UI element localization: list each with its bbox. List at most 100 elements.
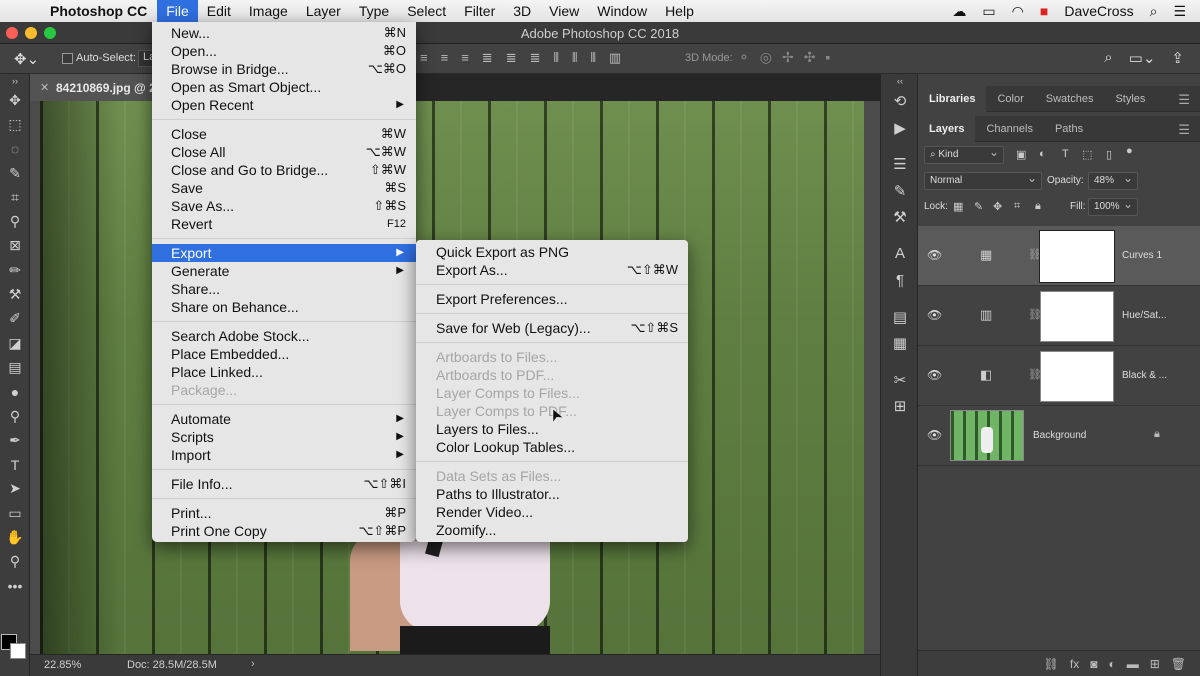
clone-source-panel-icon[interactable]: ⚒ (881, 204, 919, 231)
lock-artboard-icon[interactable]: ⌗ (1014, 200, 1020, 213)
zoom-tool-icon[interactable]: ⚲ (0, 550, 30, 574)
menu-item-save-for-web[interactable]: Save for Web (Legacy)... ⌥⇧⌘S (416, 319, 688, 337)
move-tool-icon[interactable]: ✥ (0, 88, 30, 112)
new-layer-icon[interactable]: ⊞ (1150, 657, 1160, 671)
clone-stamp-tool-icon[interactable]: ⚒ (0, 282, 30, 306)
scale-icon[interactable]: ▪ (825, 49, 830, 66)
status-menu-arrow-icon[interactable]: › (251, 658, 255, 670)
menu-item-close-go-to-bridge[interactable]: Close and Go to Bridge... ⇧⌘W (152, 161, 416, 179)
workspace-icon[interactable]: ▭⌄ (1129, 49, 1156, 67)
marquee-tool-icon[interactable]: ⬚ (0, 112, 30, 136)
tab-swatches[interactable]: Swatches (1035, 86, 1105, 112)
actions-panel-icon[interactable]: ▶ (881, 115, 919, 142)
collapse-arrows-icon[interactable]: ‹‹ (881, 74, 919, 88)
wifi-icon[interactable]: ◠ (1012, 3, 1024, 20)
tab-layers[interactable]: Layers (918, 115, 976, 142)
pan-icon[interactable]: ✢ (782, 49, 794, 66)
menu-item-save[interactable]: Save ⌘S (152, 179, 416, 197)
distribute-icon[interactable]: ⫴ (590, 50, 595, 66)
tab-libraries[interactable]: Libraries (918, 85, 987, 112)
distribute-icon[interactable]: ⫴ (572, 50, 577, 66)
menu-item-quick-export-png[interactable]: Quick Export as PNG (416, 243, 688, 261)
filter-toggle-icon[interactable]: ● (1126, 145, 1133, 157)
menu-item-open-smart-object[interactable]: Open as Smart Object... (152, 78, 416, 96)
paragraph-panel-icon[interactable]: ¶ (881, 267, 919, 294)
filter-adjustment-icon[interactable]: ◐ (1039, 148, 1046, 160)
layer-row-background[interactable]: 👁︎ Background 🔒︎ (918, 406, 1200, 466)
layer-mask-thumbnail[interactable] (1039, 230, 1115, 283)
brush-tool-icon[interactable]: ✏ (0, 258, 30, 282)
move-tool-preset-icon[interactable]: ✥⌄ (14, 50, 39, 68)
crop-tool-icon[interactable]: ⌗ (0, 185, 30, 209)
distribute-icon[interactable]: ⫴ (554, 50, 559, 66)
menu-view[interactable]: View (540, 0, 588, 22)
gradient-tool-icon[interactable]: ▤ (0, 355, 30, 379)
close-document-icon[interactable]: ✕ (40, 81, 49, 94)
flag-icon[interactable]: ■ (1040, 3, 1048, 19)
slide-icon[interactable]: ✣ (804, 49, 816, 66)
path-selection-tool-icon[interactable]: ➤ (0, 477, 30, 501)
menu-item-open-recent[interactable]: Open Recent ▶ (152, 96, 416, 114)
notification-center-icon[interactable]: ☰ (1173, 3, 1186, 20)
menu-file[interactable]: File (157, 0, 198, 22)
adjustments-panel-icon[interactable]: ☰ (881, 151, 919, 178)
visibility-eye-icon[interactable]: 👁︎ (927, 308, 942, 322)
menu-item-place-linked[interactable]: Place Linked... (152, 363, 416, 381)
dodge-tool-icon[interactable]: ⚲ (0, 404, 30, 428)
zoom-level[interactable]: 22.85% (44, 659, 81, 671)
orbit-icon[interactable]: ⚬ (738, 49, 750, 66)
menu-item-zoomify[interactable]: Zoomify... (416, 521, 688, 539)
menu-edit[interactable]: Edit (198, 0, 240, 22)
auto-select-checkbox[interactable] (62, 53, 73, 64)
menu-item-browse-in-bridge[interactable]: Browse in Bridge... ⌥⌘O (152, 60, 416, 78)
menu-item-share[interactable]: Share... (152, 280, 416, 298)
fill-field[interactable]: 100% (1088, 197, 1138, 216)
document-tab[interactable]: ✕ 84210869.jpg @ 2 (30, 74, 156, 101)
menu-item-print-one-copy[interactable]: Print One Copy ⌥⇧⌘P (152, 522, 416, 540)
history-brush-tool-icon[interactable]: ✐ (0, 307, 30, 331)
align-icon[interactable]: ≡ (441, 50, 449, 66)
menu-item-revert[interactable]: Revert F12 (152, 215, 416, 233)
more-tools-icon[interactable]: ••• (0, 574, 30, 598)
menu-item-share-on-behance[interactable]: Share on Behance... (152, 298, 416, 316)
menu-layer[interactable]: Layer (297, 0, 350, 22)
menu-item-paths-to-illustrator[interactable]: Paths to Illustrator... (416, 485, 688, 503)
menu-item-save-as[interactable]: Save As... ⇧⌘S (152, 197, 416, 215)
menu-item-color-lookup-tables[interactable]: Color Lookup Tables... (416, 438, 688, 456)
menu-type[interactable]: Type (350, 0, 398, 22)
filter-smart-object-icon[interactable]: ▯ (1106, 148, 1112, 161)
visibility-eye-icon[interactable]: 👁︎ (927, 248, 942, 262)
filter-pixel-icon[interactable]: ▣ (1016, 148, 1026, 161)
menu-item-open[interactable]: Open... ⌘O (152, 42, 416, 60)
layer-row-black-white[interactable]: 👁︎ ◧ ⛓︎ Black & ... (918, 346, 1200, 406)
menu-item-export[interactable]: Export ▶ (152, 244, 416, 262)
panel-menu-icon[interactable]: ☰ (1178, 122, 1190, 138)
pen-tool-icon[interactable]: ✒ (0, 428, 30, 452)
lock-position-icon[interactable]: ✥ (993, 200, 1002, 213)
distribute-icon[interactable]: ≣ (530, 50, 541, 66)
layer-row-hue-saturation[interactable]: 👁︎ ▥ ⛓︎ Hue/Sat... (918, 286, 1200, 346)
tab-channels[interactable]: Channels (975, 116, 1043, 142)
distribute-icon[interactable]: ≣ (482, 50, 493, 66)
roll-icon[interactable]: ◎ (760, 49, 772, 66)
menu-item-close[interactable]: Close ⌘W (152, 125, 416, 143)
quick-selection-tool-icon[interactable]: ✎ (0, 161, 30, 185)
menu-item-scripts[interactable]: Scripts ▶ (152, 428, 416, 446)
filter-type-icon[interactable]: T (1062, 148, 1069, 160)
layer-name[interactable]: Hue/Sat... (1122, 310, 1166, 321)
type-tool-icon[interactable]: T (0, 452, 30, 476)
menu-image[interactable]: Image (240, 0, 297, 22)
menu-item-file-info[interactable]: File Info... ⌥⇧⌘I (152, 475, 416, 493)
filter-kind-dropdown[interactable]: ⌕ Kind (924, 145, 1004, 164)
eraser-tool-icon[interactable]: ◪ (0, 331, 30, 355)
tab-styles[interactable]: Styles (1104, 86, 1156, 112)
menu-filter[interactable]: Filter (455, 0, 504, 22)
creative-cloud-icon[interactable]: ☁ (952, 3, 966, 20)
menu-item-generate[interactable]: Generate ▶ (152, 262, 416, 280)
user-name[interactable]: DaveCross (1064, 3, 1133, 19)
new-group-icon[interactable]: ▬ (1127, 657, 1139, 671)
lock-all-icon[interactable]: 🔒︎ (1035, 200, 1041, 213)
menu-item-export-preferences[interactable]: Export Preferences... (416, 290, 688, 308)
tab-color[interactable]: Color (986, 86, 1034, 112)
menu-select[interactable]: Select (398, 0, 455, 22)
